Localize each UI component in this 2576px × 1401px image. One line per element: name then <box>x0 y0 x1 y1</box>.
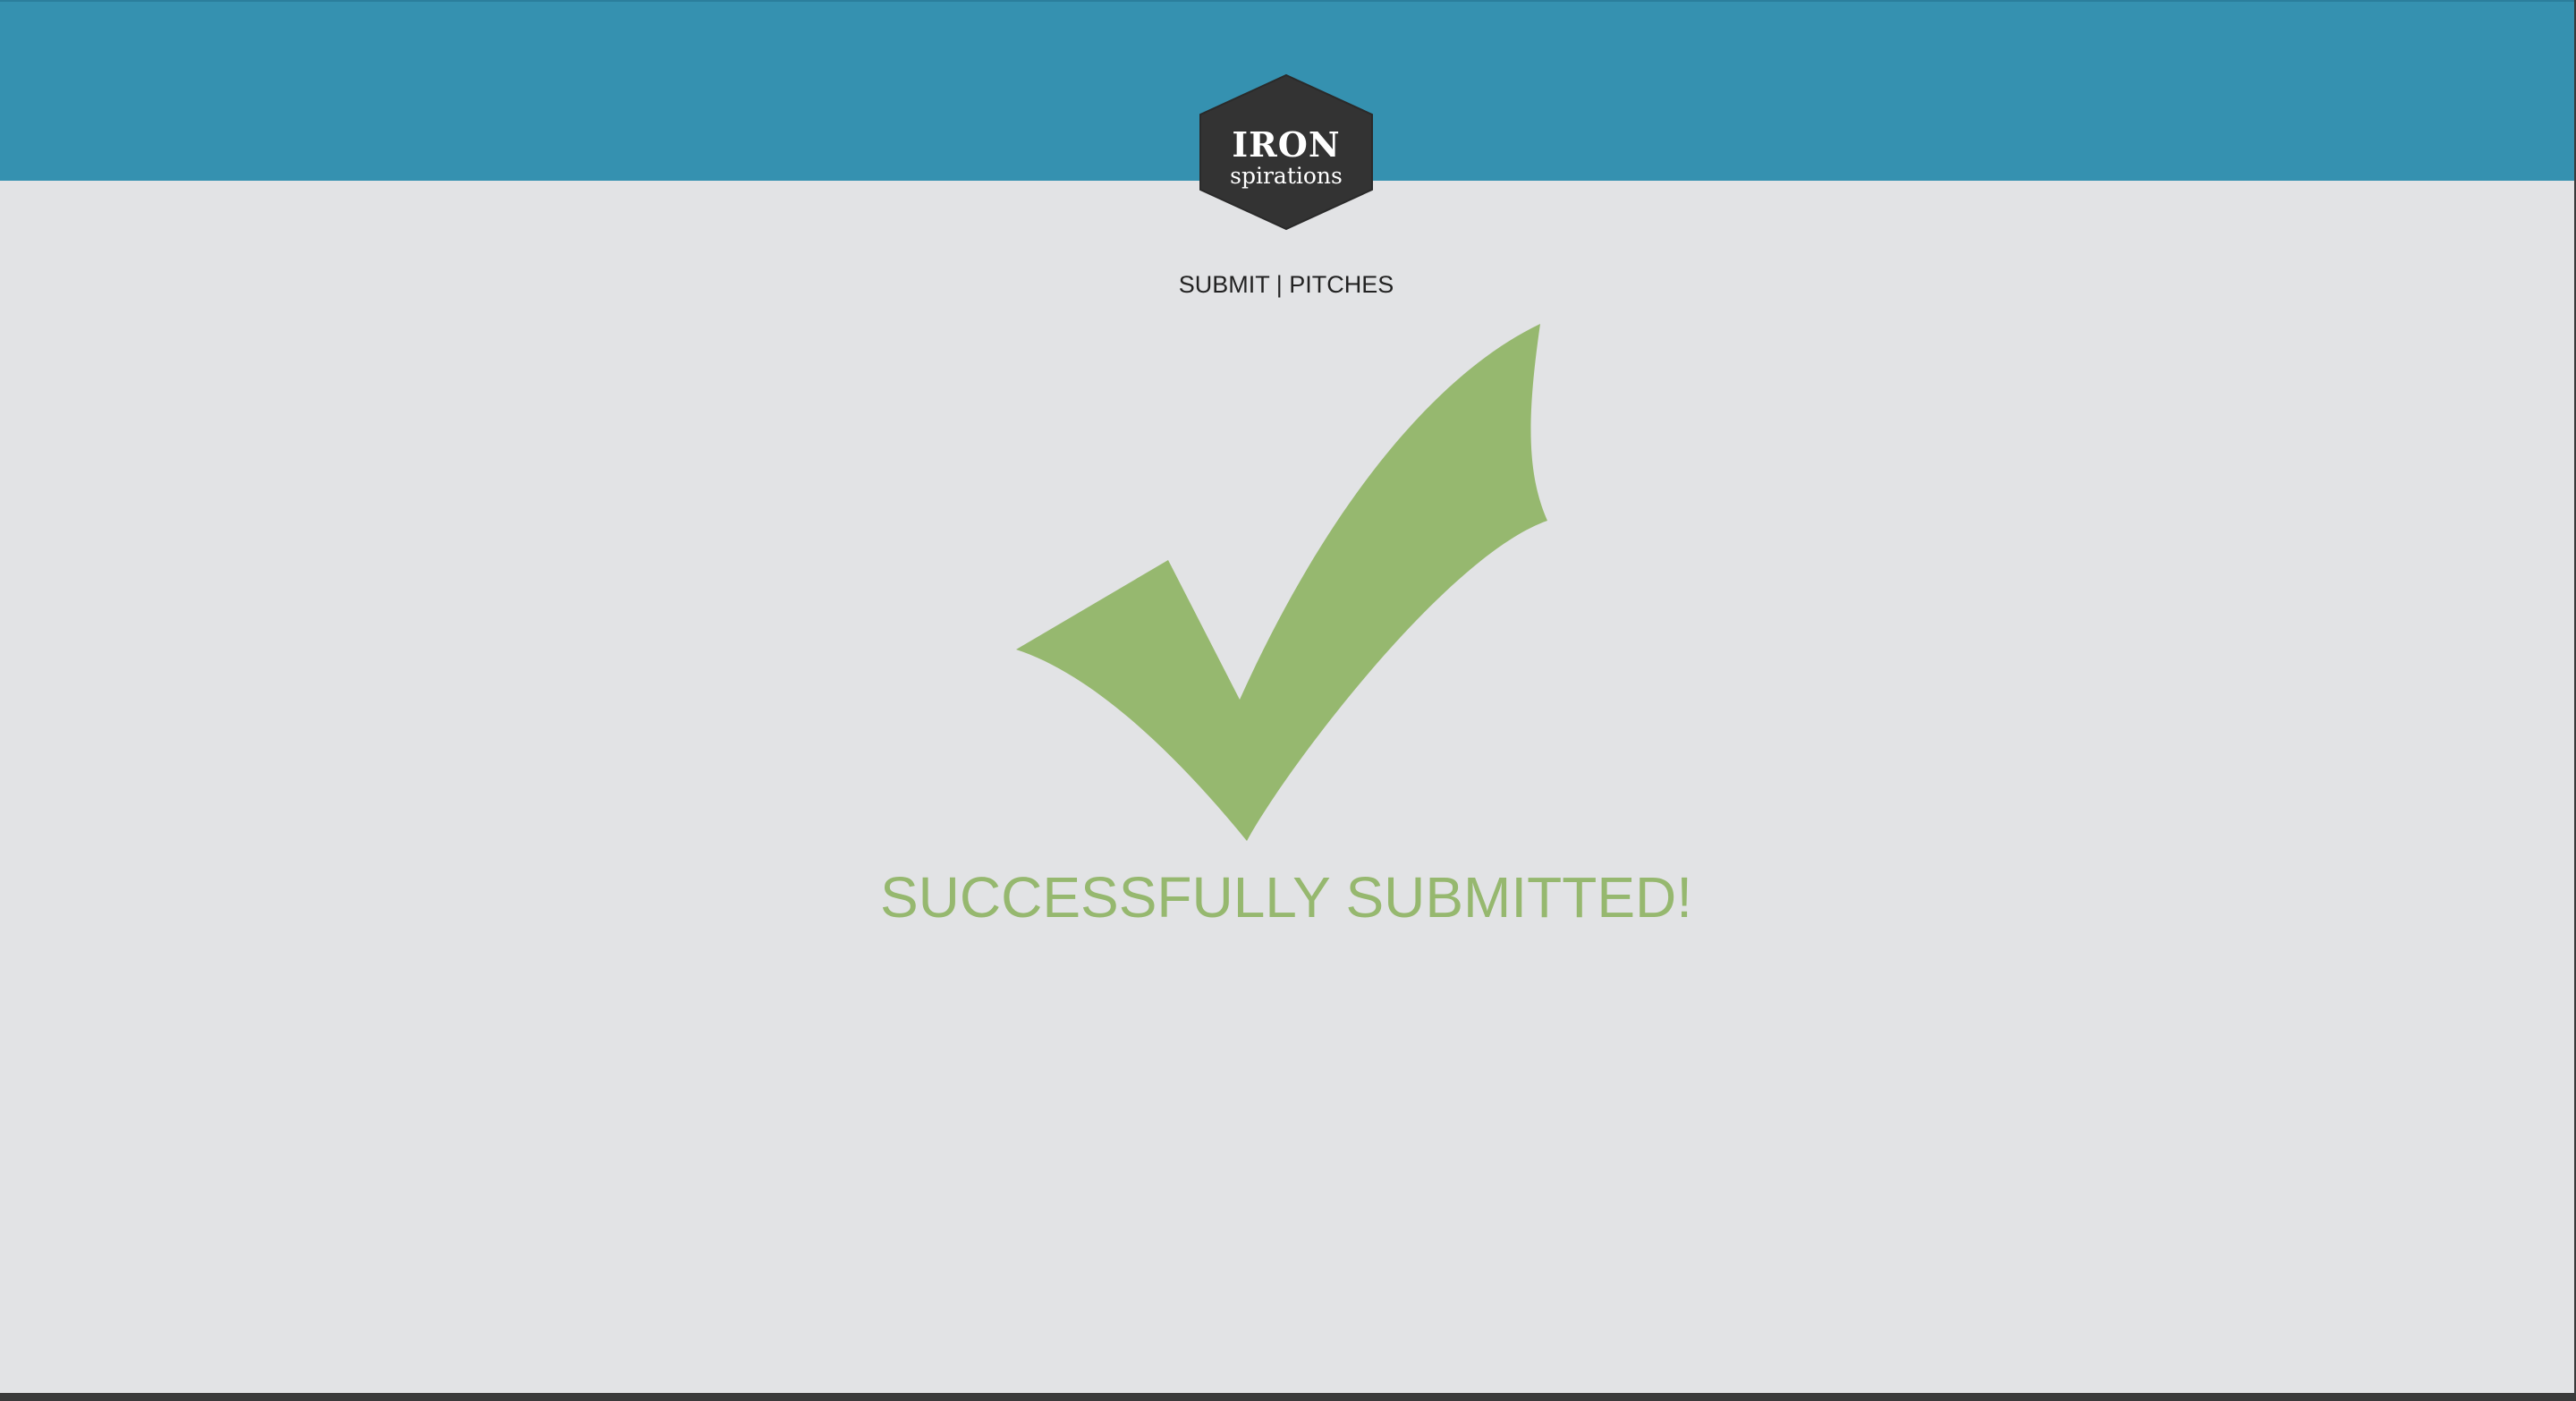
page: IRON spirations SUBMIT | PITCHES SUCCESS… <box>0 0 2574 1393</box>
success-message: SUCCESSFULLY SUBMITTED! <box>879 865 1693 930</box>
logo[interactable]: IRON spirations <box>1197 73 1376 231</box>
top-nav: SUBMIT | PITCHES <box>1055 267 1517 302</box>
logo-title: IRON <box>1232 124 1341 165</box>
nav-separator: | <box>1275 271 1283 298</box>
checkmark-icon <box>1016 324 1553 845</box>
logo-subtitle: spirations <box>1230 163 1343 189</box>
nav-submit-link[interactable]: SUBMIT <box>1179 271 1270 298</box>
nav-pitches-link[interactable]: PITCHES <box>1289 271 1394 298</box>
